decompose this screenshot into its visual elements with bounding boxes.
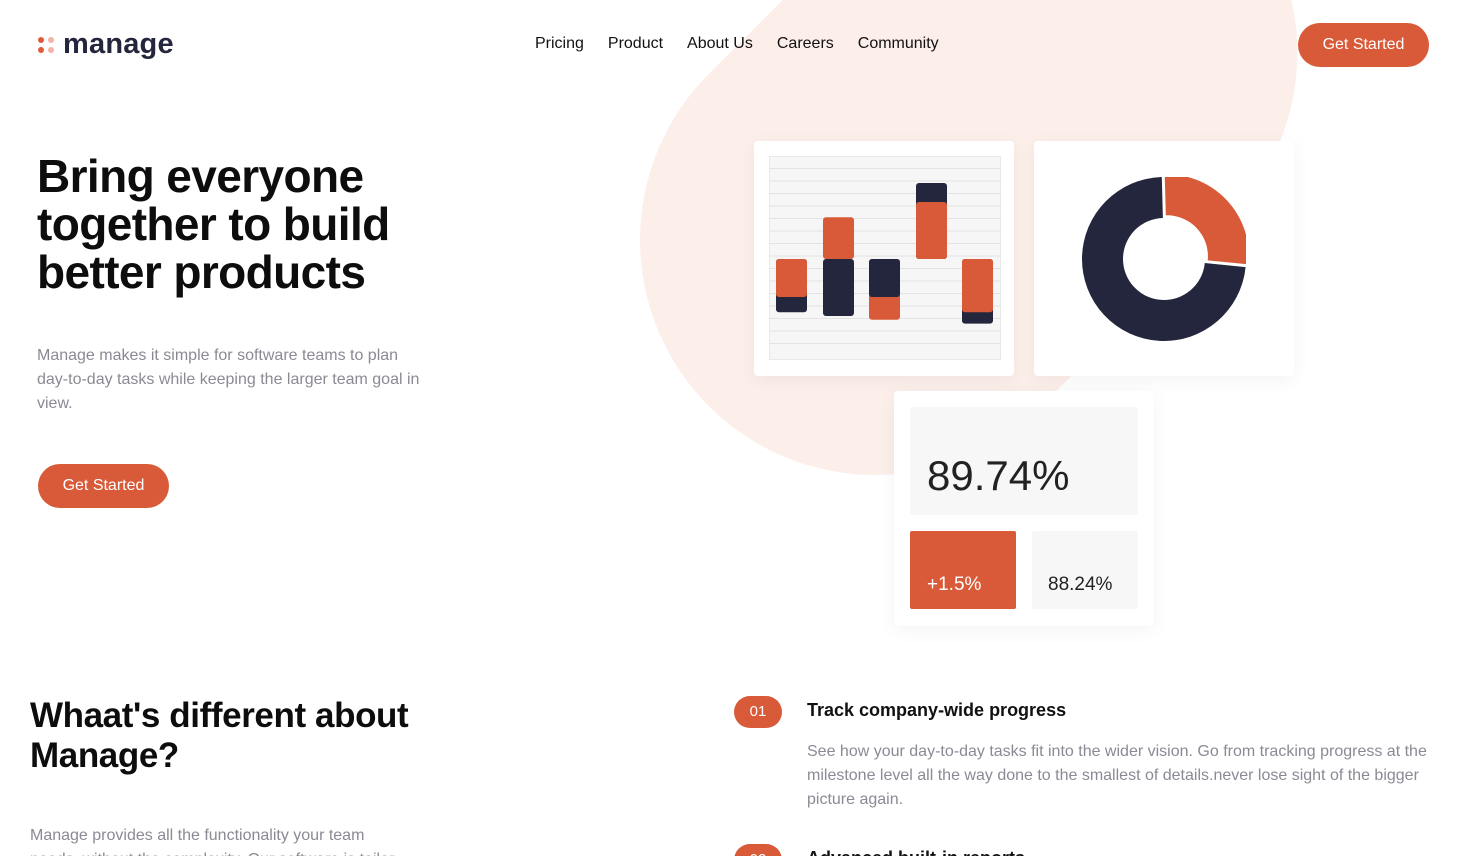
feature-item: 01 Track company-wide progress See how y… [734, 696, 1434, 816]
nav-link-pricing[interactable]: Pricing [535, 35, 584, 53]
header-get-started-button[interactable]: Get Started [1298, 23, 1429, 67]
logo-mark-icon [38, 36, 54, 53]
feature-number-badge: 02 [734, 844, 782, 856]
nav-link-community[interactable]: Community [858, 35, 939, 53]
feature-title: Advanced built-in reports [807, 848, 1025, 856]
logo[interactable]: manage [38, 28, 174, 61]
stat-other-tile: 88.24% [1032, 531, 1138, 609]
stat-main-value: 89.74% [927, 452, 1070, 499]
hero-get-started-button[interactable]: Get Started [38, 464, 169, 508]
nav-link-product[interactable]: Product [608, 35, 663, 53]
feature-number-badge: 01 [734, 696, 782, 728]
features-description: Manage provides all the functionality yo… [30, 827, 400, 856]
feature-item: 02 Advanced built-in reports [734, 844, 1434, 856]
bar-chart-card [754, 141, 1014, 376]
donut-chart-card [1034, 141, 1294, 376]
features-title: Whaat's different about Manage? [30, 696, 409, 775]
stat-delta-tile: +1.5% [910, 531, 1016, 609]
chart-plot-area [769, 156, 1001, 360]
main-nav: Pricing Product About Us Careers Communi… [535, 35, 939, 53]
stat-main-tile: 89.74% [910, 407, 1138, 515]
stat-delta-value: +1.5% [927, 574, 982, 595]
hero-title: Bring everyone together to build better … [37, 150, 390, 298]
feature-title: Track company-wide progress [807, 700, 1067, 720]
nav-link-careers[interactable]: Careers [777, 35, 834, 53]
feature-description: See how your day-to-day tasks fit into t… [807, 743, 1427, 808]
bar-segment [776, 259, 807, 297]
site-header: manage Pricing Product About Us Careers … [0, 0, 1464, 90]
bar-segment [823, 259, 854, 316]
stats-card: 89.74% +1.5% 88.24% [894, 391, 1154, 626]
nav-link-about-us[interactable]: About Us [687, 35, 753, 53]
stat-other-value: 88.24% [1048, 574, 1113, 595]
donut-slice [1164, 177, 1246, 265]
donut-chart [1082, 177, 1246, 341]
bar-segment [916, 202, 947, 259]
hero-description: Manage makes it simple for software team… [37, 347, 420, 412]
bar-segment [869, 259, 900, 297]
bar-chart [769, 156, 1001, 360]
bar-segment [823, 217, 854, 259]
logo-text: manage [63, 28, 174, 60]
bar-segment [962, 259, 993, 313]
